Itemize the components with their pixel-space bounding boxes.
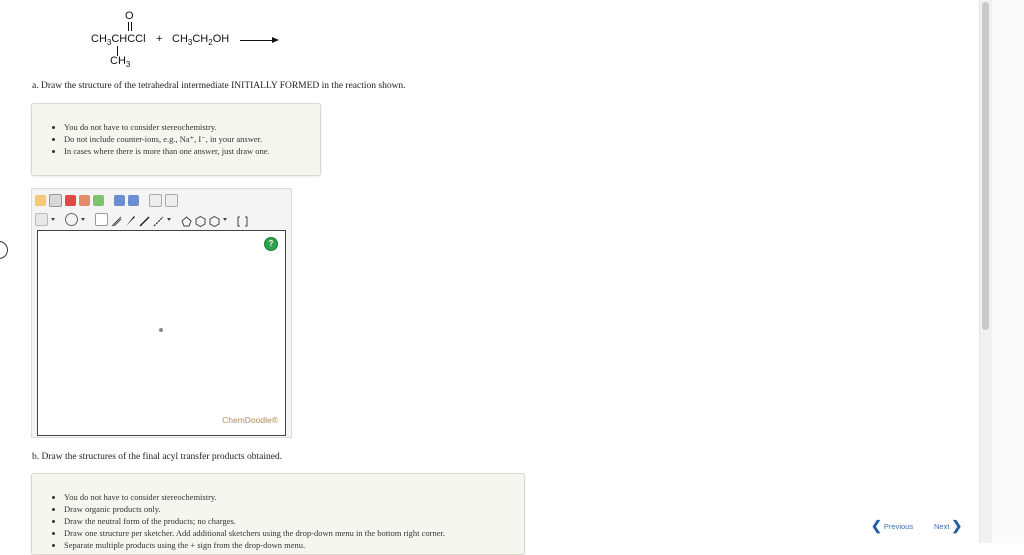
atom-label-icon[interactable] — [35, 212, 48, 226]
ring-cyclohexane-icon[interactable] — [209, 214, 220, 227]
pencil-icon[interactable] — [65, 194, 76, 206]
previous-label: Previous — [883, 521, 914, 531]
reaction-arrow-head — [272, 37, 279, 43]
chevron-down-icon[interactable] — [51, 217, 55, 221]
chemdoodle-sketcher: ? ChemDoodle® — [31, 188, 292, 438]
chemdoodle-watermark: ChemDoodle® — [222, 415, 278, 425]
previous-button[interactable]: ❮ Previous — [871, 518, 913, 534]
toolbar-row-1 — [35, 193, 178, 207]
note-item: Do not include counter-ions, e.g., Na⁺, … — [64, 133, 320, 145]
help-icon[interactable]: ? — [264, 237, 278, 251]
note-item: In cases where there is more than one an… — [64, 145, 320, 157]
right-pane — [992, 0, 1024, 543]
erase-icon[interactable] — [49, 193, 62, 207]
reactant-acyl-chloride: CH3CHCCl — [91, 33, 146, 48]
wedge-bond-icon[interactable] — [125, 214, 136, 226]
single-bond-icon[interactable] — [95, 212, 108, 226]
chevron-down-icon[interactable] — [81, 217, 85, 221]
chevron-down-icon[interactable] — [223, 217, 227, 221]
note-item: You do not have to consider stereochemis… — [64, 491, 524, 503]
note-item: Draw the neutral form of the products; n… — [64, 515, 524, 527]
template-icon[interactable] — [165, 193, 178, 207]
part-b-prompt: b. Draw the structures of the final acyl… — [32, 452, 283, 462]
next-button[interactable]: Next ❯ — [934, 518, 962, 534]
bracket-icon[interactable] — [237, 214, 248, 226]
hash-bond-icon[interactable] — [153, 214, 164, 226]
next-label: Next — [934, 521, 950, 531]
note-item: Separate multiple products using the + s… — [64, 539, 524, 551]
ring-benzene-icon[interactable] — [195, 214, 206, 227]
redo-icon[interactable] — [93, 194, 104, 206]
reaction-arrow-line — [240, 40, 274, 41]
undo-icon[interactable] — [79, 194, 90, 206]
zoom-out-icon[interactable] — [128, 194, 139, 206]
note-item: You do not have to consider stereochemis… — [64, 121, 320, 133]
double-bond-icon[interactable] — [111, 214, 122, 226]
reactant-ethanol: CH3CH2OH — [172, 33, 230, 48]
zoom-in-icon[interactable] — [114, 194, 125, 206]
charge-icon[interactable] — [65, 212, 78, 226]
double-bond-line-1 — [128, 22, 129, 31]
chevron-down-icon[interactable] — [167, 217, 171, 221]
chevron-left-icon: ❮ — [871, 518, 882, 533]
chevron-right-icon: ❯ — [951, 518, 963, 533]
note-item: Draw organic products only. — [64, 503, 524, 515]
double-bond-line-2 — [131, 22, 132, 31]
circle-icon — [0, 241, 8, 259]
note-item: Draw one structure per sketcher. Add add… — [64, 527, 524, 539]
plus-sign: + — [156, 33, 163, 45]
sketcher-canvas[interactable]: ? ChemDoodle® — [37, 230, 286, 436]
part-a-notes: You do not have to consider stereochemis… — [31, 103, 321, 176]
hash-bond-icon[interactable] — [139, 214, 150, 227]
ring-cyclopropane-icon[interactable] — [181, 214, 192, 226]
part-a-prompt: a. Draw the structure of the tetrahedral… — [32, 81, 406, 91]
reactant-branch-methyl: CH3 — [110, 55, 131, 70]
toolbar-row-2 — [35, 212, 248, 227]
hand-icon[interactable] — [35, 194, 46, 206]
carbonyl-oxygen: O — [125, 10, 134, 22]
scrollbar-thumb[interactable] — [982, 2, 989, 330]
clean-icon[interactable] — [149, 193, 162, 207]
canvas-dot — [159, 328, 163, 332]
